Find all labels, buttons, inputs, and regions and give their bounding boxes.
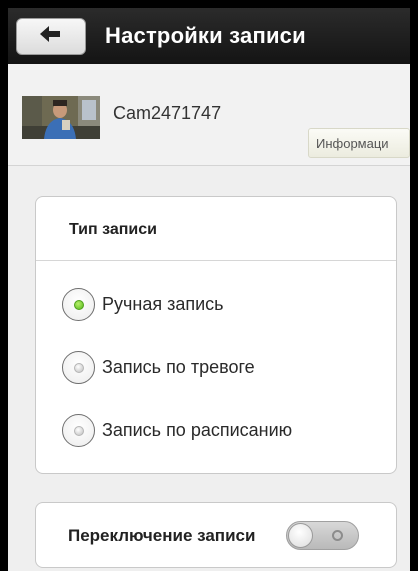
radio-dot-icon — [74, 426, 84, 436]
info-button[interactable]: Информаци — [308, 128, 410, 158]
page-title: Настройки записи — [105, 23, 306, 48]
record-toggle[interactable] — [286, 521, 359, 550]
option-label: Запись по расписанию — [102, 420, 293, 440]
toggle-off-icon — [332, 530, 343, 541]
radio-manual-record[interactable] — [62, 288, 95, 321]
app-frame: Настройки записи Cam2471747 Информаци Ти… — [8, 8, 410, 571]
camera-thumbnail[interactable] — [22, 96, 100, 139]
back-button[interactable] — [16, 18, 86, 55]
arrow-back-icon — [40, 26, 62, 47]
toggle-knob[interactable] — [288, 523, 313, 548]
radio-schedule-record[interactable] — [62, 414, 95, 447]
radio-dot-icon — [74, 363, 84, 373]
radio-alarm-record[interactable] — [62, 351, 95, 384]
record-type-title: Тип записи — [69, 221, 157, 238]
option-manual-record[interactable]: Ручная запись — [62, 288, 224, 321]
record-switch-label: Переключение записи — [68, 526, 256, 545]
option-alarm-record[interactable]: Запись по тревоге — [62, 351, 255, 384]
record-type-card: Тип записи Ручная запись Запись по трево… — [35, 196, 397, 474]
radio-dot-icon — [74, 300, 84, 310]
option-label: Ручная запись — [102, 294, 224, 314]
option-label: Запись по тревоге — [102, 357, 255, 377]
record-type-header: Тип записи — [36, 197, 396, 261]
title-bar: Настройки записи — [8, 8, 410, 64]
record-switch-card: Переключение записи — [35, 502, 397, 568]
camera-name: Cam2471747 — [113, 103, 222, 123]
option-schedule-record[interactable]: Запись по расписанию — [62, 414, 292, 447]
camera-bar: Cam2471747 Информаци — [8, 64, 410, 166]
